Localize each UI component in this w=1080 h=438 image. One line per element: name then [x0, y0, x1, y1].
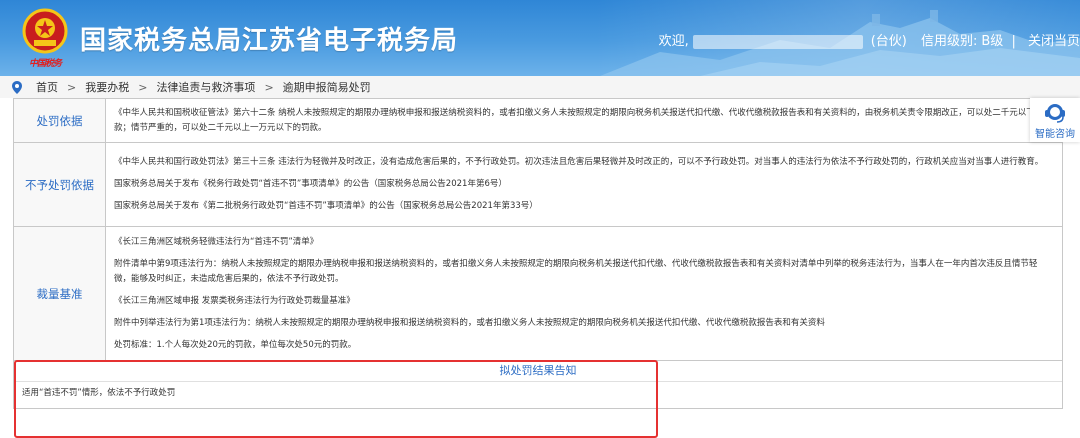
penalty-notice: 拟处罚结果告知 适用“首违不罚”情形，依法不予行政处罚: [13, 360, 1063, 409]
credit-label: 信用级别:: [921, 34, 978, 49]
breadcrumb: 首页 > 我要办税 > 法律追责与救济事项 > 逾期申报简易处罚: [0, 76, 1080, 98]
close-page-link[interactable]: 关闭当页: [1028, 34, 1080, 49]
credit-value: B级: [981, 34, 1004, 49]
breadcrumb-tax-handling[interactable]: 我要办税: [85, 79, 129, 95]
row-paragraph: 国家税务总局关于发布《税务行政处罚“首违不罚”事项清单》的公告（国家税务总局公告…: [114, 179, 507, 189]
user-suffix: (台伙): [870, 34, 907, 49]
penalty-info-table: 处罚依据 《中华人民共和国税收征管法》第六十二条 纳税人未按照规定的期限办理纳税…: [13, 98, 1063, 361]
site-title: 国家税务总局江苏省电子税务局: [80, 26, 459, 56]
row-content: 《长江三角洲区域税务轻微违法行为“首违不罚”清单》 附件清单中第9项违法行为：纳…: [105, 226, 1063, 361]
table-row-penalty-basis: 处罚依据 《中华人民共和国税收征管法》第六十二条 纳税人未按照规定的期限办理纳税…: [13, 98, 1063, 143]
location-pin-icon: [12, 80, 22, 94]
row-label: 不予处罚依据: [13, 142, 106, 227]
row-label: 裁量基准: [13, 226, 106, 361]
table-row-exemption-basis: 不予处罚依据 《中华人民共和国行政处罚法》第三十三条 违法行为轻微并及时改正，没…: [13, 142, 1063, 227]
row-content: 《中华人民共和国行政处罚法》第三十三条 违法行为轻微并及时改正，没有造成危害后果…: [105, 142, 1063, 227]
breadcrumb-current: 逾期申报简易处罚: [282, 81, 371, 94]
table-row-discretion-standard: 裁量基准 《长江三角洲区域税务轻微违法行为“首违不罚”清单》 附件清单中第9项违…: [13, 226, 1063, 361]
breadcrumb-legal-matters[interactable]: 法律追责与救济事项: [156, 79, 255, 95]
breadcrumb-separator: >: [264, 80, 274, 94]
notice-body: 适用“首违不罚”情形，依法不予行政处罚: [22, 388, 176, 398]
row-paragraph: 《长江三角洲区域税务轻微违法行为“首违不罚”清单》: [114, 236, 319, 247]
separator: |: [1011, 34, 1016, 49]
row-label: 处罚依据: [13, 98, 106, 143]
customer-service-icon: [1045, 104, 1065, 123]
breadcrumb-home[interactable]: 首页: [36, 79, 58, 95]
row-paragraph: 《中华人民共和国行政处罚法》第三十三条 违法行为轻微并及时改正，没有造成危害后果…: [114, 157, 1044, 167]
smart-consult-widget[interactable]: 智能咨询: [1030, 98, 1080, 142]
row-paragraph: 《中华人民共和国税收征管法》第六十二条 纳税人未按照规定的期限办理纳税申报和报送…: [114, 107, 1052, 133]
smart-consult-label: 智能咨询: [1035, 129, 1075, 140]
breadcrumb-separator: >: [67, 80, 77, 94]
row-paragraph: 国家税务总局关于发布《第二批税务行政处罚“首违不罚”事项清单》的公告（国家税务总…: [114, 201, 538, 211]
row-paragraph: 附件中列举违法行为第1项违法行为：纳税人未按照规定的期限办理纳税申报和报送纳税资…: [114, 317, 825, 328]
notice-title: 拟处罚结果告知: [14, 360, 1062, 382]
row-paragraph: 处罚标准：1.个人每次处20元的罚款，单位每次处50元的罚款。: [114, 339, 357, 350]
breadcrumb-separator: >: [138, 80, 148, 94]
site-header: 中国税务 国家税务总局江苏省电子税务局 欢迎, (台伙) 信用级别: B级 | 关闭…: [0, 0, 1080, 76]
tax-emblem-icon: [22, 8, 68, 54]
redacted-username: [692, 34, 863, 49]
row-paragraph: 附件清单中第9项违法行为：纳税人未按照规定的期限办理纳税申报和报送纳税资料的，或…: [114, 258, 1038, 284]
row-paragraph: 《长江三角洲区域申报 发票类税务违法行为行政处罚裁量基准》: [114, 295, 355, 306]
logo-text: 中国税务: [28, 59, 62, 69]
welcome-text: 欢迎,: [658, 34, 689, 49]
row-content: 《中华人民共和国税收征管法》第六十二条 纳税人未按照规定的期限办理纳税申报和报送…: [105, 98, 1063, 143]
user-bar: 欢迎, (台伙) 信用级别: B级 | 关闭当页: [655, 30, 1080, 49]
